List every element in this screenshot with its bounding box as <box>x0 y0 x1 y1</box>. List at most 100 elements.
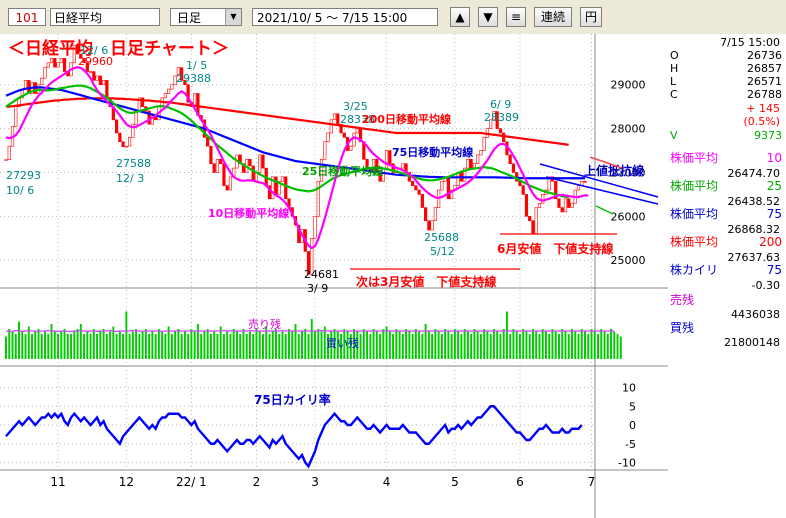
buy-volume-bar <box>496 331 499 359</box>
low-25688-date: 5/12 <box>430 245 455 258</box>
low-value: 26571 <box>747 75 782 88</box>
buy-volume-bar <box>161 331 164 359</box>
price-candle <box>332 113 337 121</box>
up-button[interactable]: ▲ <box>450 7 470 27</box>
x-tick-label: 3 <box>311 475 319 489</box>
buy-volume-bar <box>301 331 303 359</box>
buy-volume-bar <box>86 331 89 359</box>
buy-volume-bar <box>53 331 56 359</box>
price-candle <box>576 185 581 191</box>
buy-volume-bar <box>183 331 186 359</box>
buy-volume-bar <box>470 334 473 359</box>
price-candle <box>209 145 213 164</box>
buy-volume-bar <box>200 334 203 359</box>
price-candle <box>163 93 167 99</box>
menu-button[interactable]: ≡ <box>506 7 526 27</box>
price-candle <box>46 62 50 68</box>
buy-volume-bar <box>278 334 281 359</box>
price-candle <box>424 207 428 222</box>
buy-volume-bar <box>40 334 43 359</box>
price-candle <box>101 80 106 86</box>
close-value: 26788 <box>747 88 782 101</box>
buy-volume-bar <box>372 329 375 359</box>
open-value: 26736 <box>747 49 782 62</box>
buy-volume-bar <box>128 334 131 359</box>
buy-volume-bar <box>14 334 17 359</box>
buy-volume-bar <box>151 331 154 359</box>
sell-balance-row: 売残 <box>670 293 782 308</box>
price-candle <box>7 145 11 160</box>
support-june-label: 6月安値 下値支持線 <box>497 241 613 256</box>
low-24681-value: 24681 <box>304 268 339 281</box>
price-candle <box>476 154 480 164</box>
buy-volume-bar <box>222 334 225 359</box>
buy-volume-bar <box>271 331 274 359</box>
buy-volume-bar <box>310 319 313 359</box>
price-candle <box>118 132 122 143</box>
ma200-label: 200日移動平均線 <box>362 112 451 126</box>
price-candle <box>98 75 102 86</box>
buy-volume-bar <box>437 331 440 359</box>
buy-volume-bar <box>577 334 580 359</box>
price-candle <box>56 62 60 68</box>
datetime: 7/15 15:00 <box>720 36 780 49</box>
buy-volume-bar <box>431 334 434 359</box>
ma25-key: 株価平均 <box>670 179 719 193</box>
price-candle <box>326 132 330 143</box>
buy-volume-bar <box>463 329 466 359</box>
price-candle <box>557 198 561 208</box>
high-value: 26857 <box>747 62 782 75</box>
price-candle <box>521 185 525 195</box>
down-button[interactable]: ▼ <box>478 7 498 27</box>
buy-volume-bar <box>5 336 7 359</box>
buy-volume-bar <box>366 331 369 359</box>
price-candle <box>336 113 340 125</box>
buy-volume-bar <box>535 331 538 359</box>
buy-volume-bar <box>37 329 40 359</box>
peak-28389-date: 6/ 9 <box>490 98 511 111</box>
buy-volume-bar <box>473 329 476 359</box>
buy-volume-bar <box>180 334 183 359</box>
date-range-field[interactable]: 2021/10/ 5 ～ 7/15 15:00 <box>252 8 438 26</box>
low-27293-value: 27293 <box>6 169 41 182</box>
x-tick-label: 5 <box>451 475 459 489</box>
buy-volume-bar <box>63 329 66 359</box>
buy-volume-bar <box>11 331 14 359</box>
buy-volume-bar <box>502 329 505 359</box>
price-candle <box>219 159 223 164</box>
buy-balance-row: 買残 <box>670 321 782 336</box>
price-candle <box>563 198 568 213</box>
price-candle <box>349 145 353 151</box>
period-select[interactable]: 日足 ▼ <box>170 8 242 26</box>
price-candle <box>43 66 47 79</box>
buy-volume-bar <box>235 331 238 359</box>
buy-volume-bar <box>92 329 95 359</box>
buy-volume-bar <box>31 334 33 359</box>
price-candle <box>313 216 317 239</box>
price-candle <box>524 194 529 217</box>
buy-volume-bar <box>203 331 206 359</box>
yen-button[interactable]: 円 <box>580 7 602 27</box>
continuous-button[interactable]: 連続 <box>534 7 572 27</box>
sell-balance-key: 売残 <box>670 293 695 307</box>
low-27588-value: 27588 <box>116 157 151 170</box>
price-candle <box>446 176 450 200</box>
buy-volume-bar <box>554 331 557 359</box>
x-tick-label: 22/ 1 <box>176 475 207 489</box>
buy-volume-bar <box>561 329 564 359</box>
chevron-down-icon[interactable]: ▼ <box>225 9 241 25</box>
buy-volume-bar <box>320 331 323 359</box>
high-row: H 26857 <box>670 62 782 76</box>
buy-volume-bar <box>395 329 398 359</box>
price-candle <box>95 75 99 81</box>
code-field[interactable]: 101 <box>8 8 46 26</box>
buy-volume-bar <box>193 331 196 359</box>
price-candle <box>355 128 359 134</box>
symbol-name-field[interactable]: 日経平均 <box>50 8 160 26</box>
buy-volume-bar <box>369 334 372 359</box>
x-tick-label: 2 <box>253 475 261 489</box>
low-25688-value: 25688 <box>424 231 459 244</box>
price-candle <box>567 198 571 208</box>
buy-volume-bar <box>50 324 53 359</box>
buy-volume-bar <box>392 334 395 359</box>
